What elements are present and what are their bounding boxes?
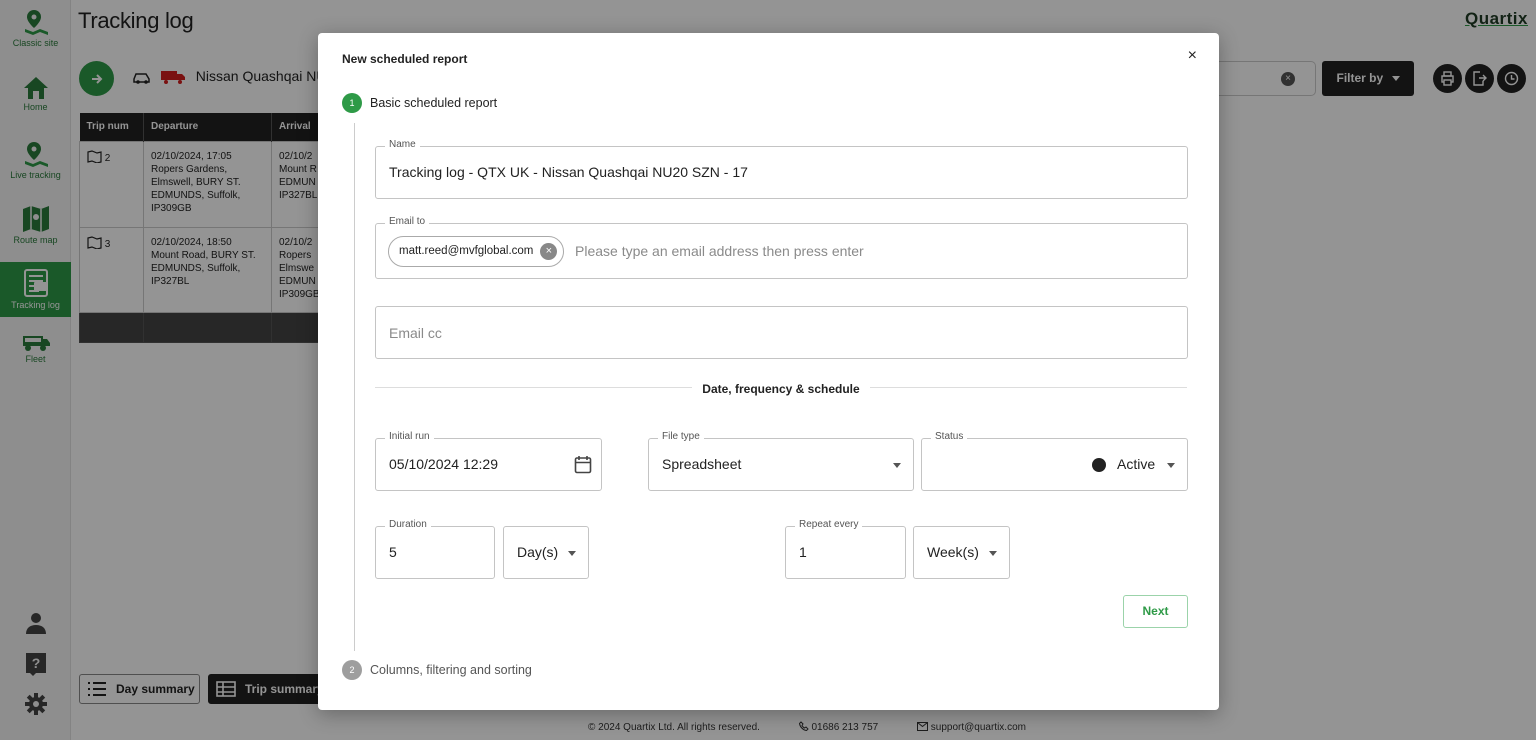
status-dot-icon xyxy=(1092,458,1106,472)
email-chip[interactable]: matt.reed@mvfglobal.com × xyxy=(388,236,565,267)
repeat-unit-select[interactable]: Week(s) xyxy=(913,526,1010,579)
step-1-label[interactable]: Basic scheduled report xyxy=(370,96,497,110)
chevron-down-icon xyxy=(989,551,997,556)
duration-unit-select[interactable]: Day(s) xyxy=(503,526,589,579)
name-label: Name xyxy=(385,139,420,150)
email-to-label: Email to xyxy=(385,216,430,227)
file-type-value: Spreadsheet xyxy=(662,456,742,472)
email-chip-label: matt.reed@mvfglobal.com xyxy=(399,245,534,257)
initial-run-label: Initial run xyxy=(385,431,434,442)
chevron-down-icon xyxy=(893,463,901,468)
name-field[interactable]: Name Tracking log - QTX UK - Nissan Quas… xyxy=(375,139,1188,199)
duration-label: Duration xyxy=(385,519,431,530)
status-label: Status xyxy=(931,431,968,442)
file-type-label: File type xyxy=(658,431,704,442)
repeat-unit-value: Week(s) xyxy=(927,544,979,560)
repeat-every-field[interactable]: Repeat every 1 xyxy=(785,519,906,579)
calendar-icon[interactable] xyxy=(574,455,592,474)
repeat-every-input[interactable]: 1 xyxy=(799,544,807,560)
step-1-indicator: 1 xyxy=(342,93,362,113)
dialog-title: New scheduled report xyxy=(342,52,468,66)
duration-field[interactable]: Duration 5 xyxy=(375,519,495,579)
close-icon[interactable]: × xyxy=(1188,47,1197,65)
file-type-select[interactable]: File type Spreadsheet xyxy=(648,431,914,491)
duration-input[interactable]: 5 xyxy=(389,544,397,560)
status-select[interactable]: Status Active xyxy=(921,431,1188,491)
email-cc-field[interactable]: Email cc xyxy=(375,306,1188,359)
email-to-input[interactable]: Please type an email address then press … xyxy=(575,243,864,259)
next-button[interactable]: Next xyxy=(1123,595,1188,628)
chevron-down-icon xyxy=(1167,463,1175,468)
name-input[interactable]: Tracking log - QTX UK - Nissan Quashqai … xyxy=(389,164,748,180)
remove-chip-icon[interactable]: × xyxy=(540,243,558,260)
repeat-every-label: Repeat every xyxy=(795,519,863,530)
initial-run-input[interactable]: 05/10/2024 12:29 xyxy=(389,456,498,472)
initial-run-field[interactable]: Initial run 05/10/2024 12:29 xyxy=(375,431,602,491)
step-2-indicator: 2 xyxy=(342,660,362,680)
new-scheduled-report-dialog: New scheduled report × 1 Basic scheduled… xyxy=(318,33,1219,710)
email-cc-input[interactable]: Email cc xyxy=(389,325,442,341)
status-value: Active xyxy=(1117,456,1156,472)
section-title: Date, frequency & schedule xyxy=(318,380,1244,398)
step-2-label[interactable]: Columns, filtering and sorting xyxy=(370,663,532,677)
email-to-field[interactable]: Email to matt.reed@mvfglobal.com × Pleas… xyxy=(375,216,1188,279)
chevron-down-icon xyxy=(568,551,576,556)
duration-unit-value: Day(s) xyxy=(517,544,559,560)
